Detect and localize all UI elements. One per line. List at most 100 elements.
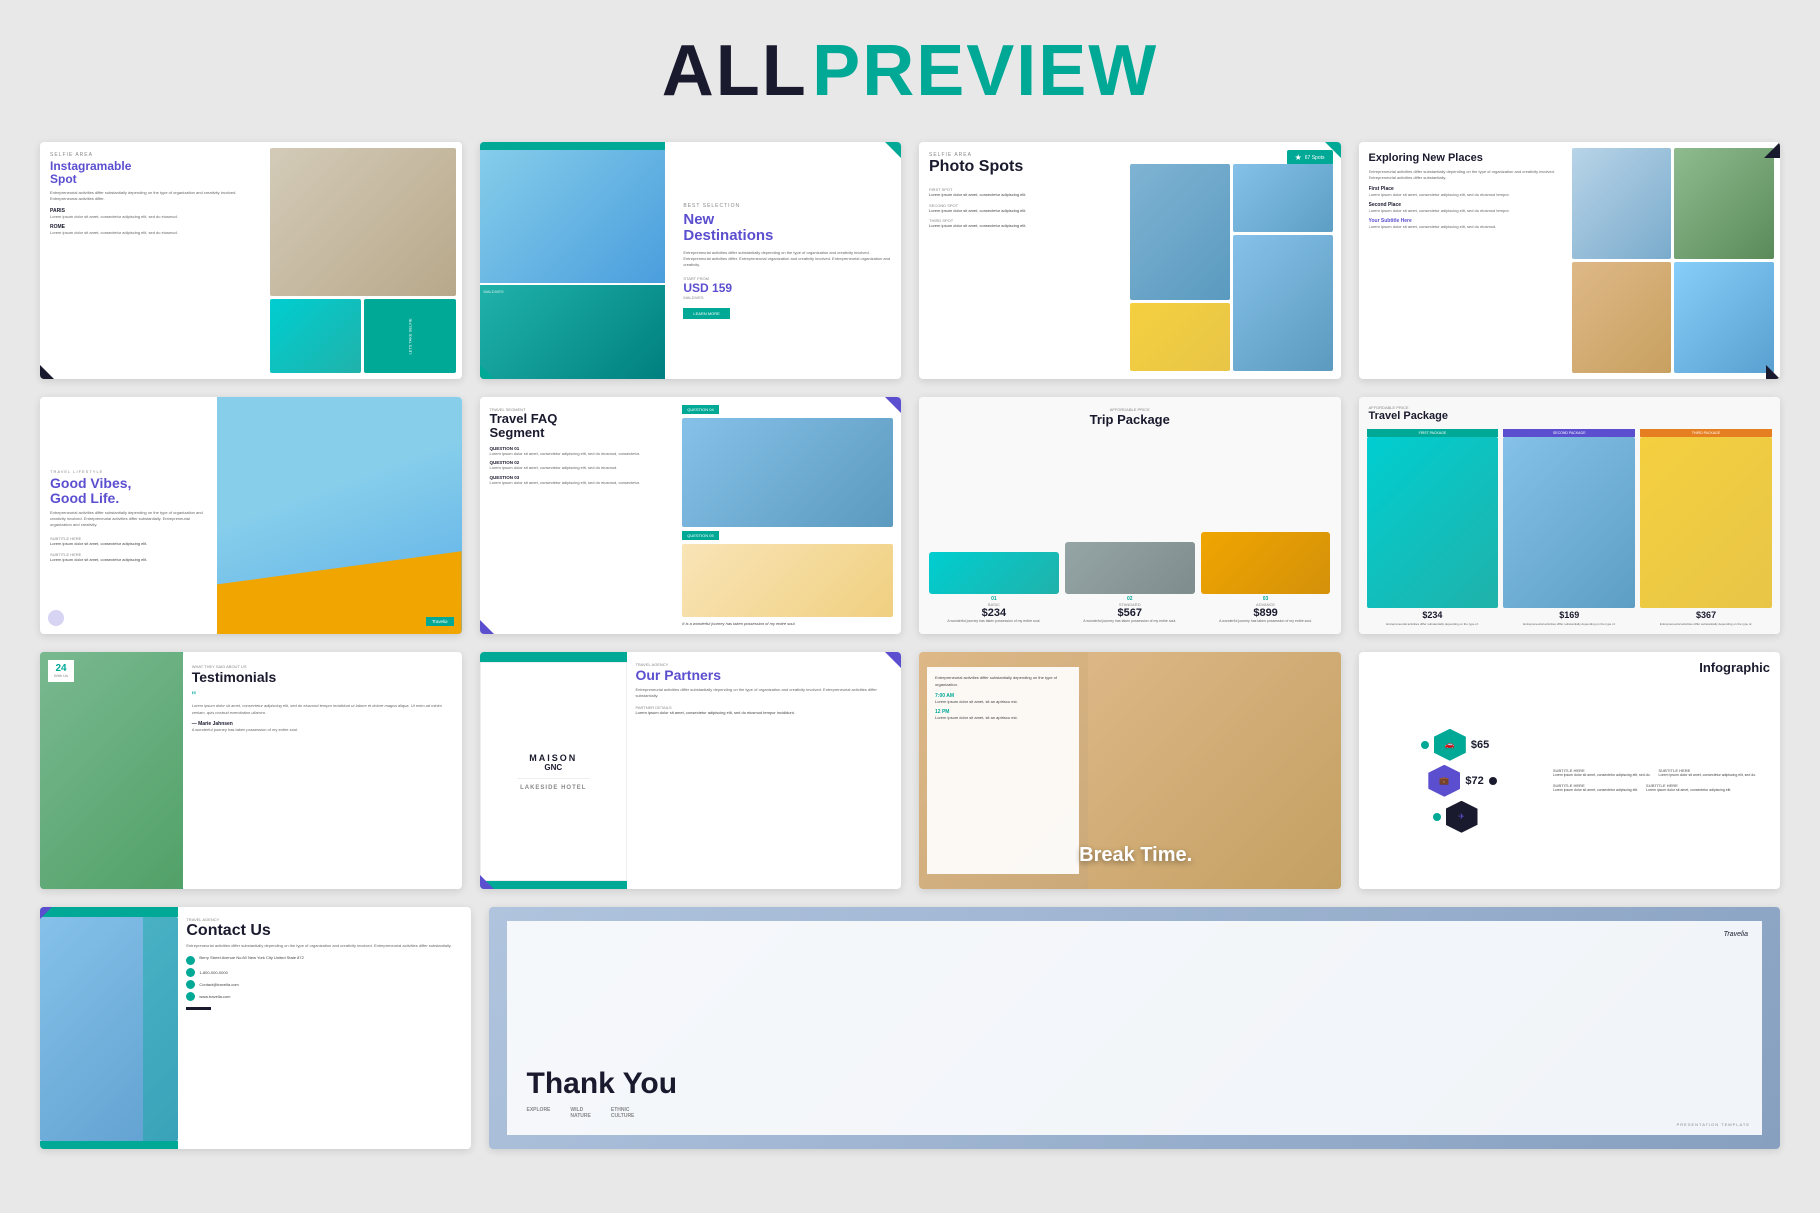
slide-travel-package[interactable]: AFFORDABLE PRICE Travel Package FIRST PA… (1359, 397, 1781, 634)
s10-p2: LAKESIDE HOTEL (520, 785, 586, 791)
slide-break-time[interactable]: Entrepreneurial activities differ substa… (919, 652, 1341, 889)
s13-title: Contact Us (186, 922, 462, 940)
corner-tr-icon (885, 397, 901, 413)
corner-tr-icon (885, 142, 901, 158)
corner-tr-icon (1325, 142, 1341, 158)
s2-location: MALDIVES (683, 295, 891, 300)
s14-kw1: EXPLORE (527, 1107, 551, 1113)
slide-instagramable[interactable]: SELFIE AREA Instagramable Spot Entrepren… (40, 142, 462, 379)
s7-img1 (929, 552, 1059, 594)
s6-badge2: QUESTION 05 (682, 531, 718, 540)
s8-pd2: Entrepreneurial activities differ substa… (1503, 622, 1635, 626)
slide-infographic[interactable]: Infographic 🚗 $65 💼 $72 (1359, 652, 1781, 889)
s4-fd: Lorem ipsum dolor sit amet, consectetur … (1369, 192, 1570, 198)
s10-desc: Entrepreneurial activities differ substa… (635, 687, 891, 699)
quote-mark-icon: " (192, 689, 452, 703)
slide-grid-row3: 24 With Us WHAT THEY SAID ABOUT US Testi… (40, 652, 1780, 889)
s6-img2 (682, 544, 893, 617)
slide-new-destinations[interactable]: MALDIVES BEST SELECTION New Destinations… (480, 142, 902, 379)
corner-bl-icon (480, 875, 494, 889)
s12-p1: $65 (1471, 739, 1489, 751)
s2-tag: BEST SELECTION (683, 203, 891, 209)
s13-web: www.travella.com (199, 994, 230, 999)
slide-thank-you[interactable]: Travelia Thank You EXPLORE WILD NATURE E… (489, 907, 1781, 1149)
title-preview: PREVIEW (812, 31, 1158, 111)
s7-p2: $567 (1118, 607, 1142, 619)
s3-second-desc: Lorem ipsum dolor sit amet, consectetur … (929, 208, 1121, 214)
s8-pp1: $234 (1367, 608, 1499, 622)
s13-phone: 1-800-000-0000 (199, 970, 227, 975)
s12-sv3: Lorem ipsum dolor sit amet, consectetur … (1553, 788, 1638, 793)
s2-title: New Destinations (683, 212, 891, 245)
s9-quote: Lorem ipsum dolor sit amet, consectetur … (192, 703, 452, 716)
slide-trip-package[interactable]: AFFORDABLE PRICE Trip Package 01 BASIC $… (919, 397, 1341, 634)
s8-pd3: Entrepreneurial activities differ substa… (1640, 622, 1772, 626)
s3-img2 (1130, 303, 1230, 371)
s8-img2 (1503, 437, 1635, 608)
s4-img1 (1572, 148, 1672, 259)
s12-p2: $72 (1465, 775, 1483, 787)
slide-grid-row1: SELFIE AREA Instagramable Spot Entrepren… (40, 142, 1780, 379)
s6-img1 (682, 418, 893, 527)
s4-sub-desc: Lorem ipsum dolor sit amet, consectetur … (1369, 224, 1570, 230)
s14-kw2: WILD NATURE (570, 1107, 590, 1119)
slide-our-partners[interactable]: MAISON GNC LAKESIDE HOTEL TRAVEL AGENCY … (480, 652, 902, 889)
hex2: 💼 (1428, 765, 1460, 797)
s2-btn[interactable]: LEARN MORE (683, 308, 729, 319)
s7-title: Trip Package (919, 412, 1341, 427)
slide-good-vibes[interactable]: Travelia TRAVEL LIFESTYLE Good Vibes, Go… (40, 397, 462, 634)
s8-title: Travel Package (1369, 410, 1449, 422)
email-icon (186, 980, 195, 989)
van-overlay (217, 551, 461, 634)
slide-travel-faq[interactable]: TRAVEL SEGMENT Travel FAQ Segment QUESTI… (480, 397, 902, 634)
s6-title: Travel FAQ Segment (490, 412, 682, 441)
slide-grid-row2: Travelia TRAVEL LIFESTYLE Good Vibes, Go… (40, 397, 1780, 634)
s8-pp2: $169 (1503, 608, 1635, 622)
s2-price: USD 159 (683, 281, 891, 295)
s1-img1 (270, 148, 455, 296)
s8-ph3: THIRD PACKAGE (1640, 429, 1772, 437)
s7-d1: A wonderful journey has taken possession… (947, 619, 1040, 624)
s5-brand: Travelia (426, 617, 454, 626)
s9-author-sub: A wonderful journey has taken possession… (192, 727, 452, 732)
s6-a2: Lorem ipsum dolor sit amet, consectetur … (490, 465, 682, 471)
s13-addr: Berry Street Avenue No.80 New York City … (199, 955, 303, 961)
web-icon (186, 992, 195, 1001)
s12-sv2: Lorem ipsum dolor sit amet, consectetur … (1659, 773, 1757, 778)
s4-img2 (1674, 148, 1774, 259)
slide-photo-spots[interactable]: SELFIE AREA Photo Spots ★ 67 Spots FIRST… (919, 142, 1341, 379)
s8-pd1: Entrepreneurial activities differ substa… (1367, 622, 1499, 626)
hex3: ✈ (1446, 801, 1478, 833)
teal-bottom-bar (480, 881, 628, 889)
s4-title: Exploring New Places (1369, 152, 1570, 165)
s11-desc: Entrepreneurial activities differ substa… (935, 675, 1071, 688)
s3-third-desc: Lorem ipsum dolor sit amet, consectetur … (929, 223, 1121, 229)
s6-answer: It is a wonderful journey has taken poss… (682, 621, 893, 627)
title-all: ALL (662, 31, 808, 111)
slide-grid-row4: TRAVEL AGENCY Contact Us Entrepreneurial… (40, 907, 1780, 1149)
s9-hiker-img (40, 652, 183, 889)
s4-sd: Lorem ipsum dolor sit amet, consectetur … (1369, 208, 1570, 214)
s1-tag: SELFIE AREA (50, 152, 259, 158)
s6-a1: Lorem ipsum dolor sit amet, consectetur … (490, 451, 682, 457)
slide-contact-us[interactable]: TRAVEL AGENCY Contact Us Entrepreneurial… (40, 907, 471, 1149)
s14-brand: Travelia (1724, 931, 1748, 938)
s2-desc: Entrepreneurial activities differ substa… (683, 250, 891, 268)
s14-pres-tag: PRESENTATION TEMPLATE (1677, 1122, 1750, 1127)
s6-a3: Lorem ipsum dolor sit amet, consectetur … (490, 480, 682, 486)
page-title: ALL PREVIEW (40, 30, 1780, 112)
s3-img1 (1130, 164, 1230, 300)
s9-days: 24 With Us (48, 660, 74, 682)
s4-img3 (1572, 262, 1672, 373)
s5-tag: TRAVEL LIFESTYLE (50, 469, 207, 474)
s4-img4 (1674, 262, 1774, 373)
s3-img4 (1233, 235, 1333, 371)
s3-first-desc: Lorem ipsum dolor sit amet, consectetur … (929, 192, 1121, 198)
s12-sv1: Lorem ipsum dolor sit amet, consectetur … (1553, 773, 1651, 778)
s7-d3: A wonderful journey has taken possession… (1219, 619, 1312, 624)
s1-paris-desc: Lorem ipsum dolor sit amet, consectetur … (50, 214, 259, 220)
slide-testimonials[interactable]: 24 With Us WHAT THEY SAID ABOUT US Testi… (40, 652, 462, 889)
slide-exploring[interactable]: Exploring New Places Entrepreneurial act… (1359, 142, 1781, 379)
s5-sub2v: Lorem ipsum dolor sit amet, consectetur … (50, 557, 207, 563)
s5-title: Good Vibes, Good Life. (50, 476, 207, 507)
